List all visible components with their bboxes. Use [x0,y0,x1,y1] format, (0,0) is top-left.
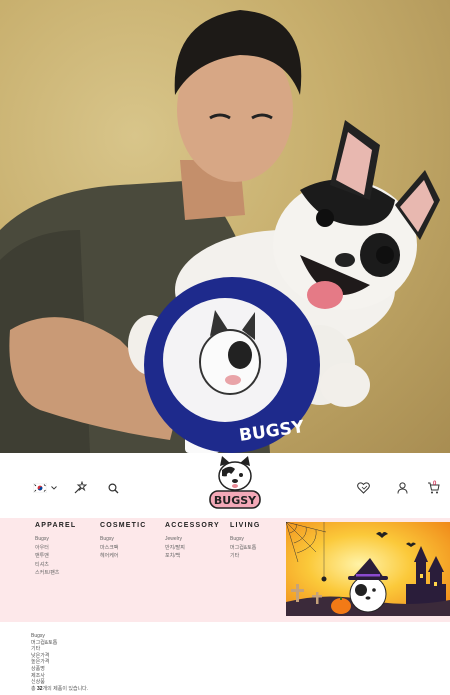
mega-menu: APPAREL Bugsy 아우터 맨투맨 티셔츠 스커트/팬츠 COSMETI… [0,518,450,622]
search-icon[interactable] [106,480,120,496]
menu-item[interactable]: 마스크팩 [100,544,147,553]
menu-column-cosmetic: COSMETIC Bugsy 마스크팩 헤어케어 [100,522,147,561]
menu-column-living: LIVING Bugsy 머그컵&토톱 기타 [230,522,261,561]
menu-item[interactable]: Jewelry [165,535,220,544]
category-list: Bugsy 머그컵&토톱 기타 낮은가격 높은가격 상품명 제조사 신상품 총 … [31,633,88,692]
list-item[interactable]: 상품명 [31,666,88,673]
menu-column-apparel: APPAREL Bugsy 아우터 맨투맨 티셔츠 스커트/팬츠 [35,522,76,578]
chevron-down-icon[interactable] [50,480,58,496]
total-prefix: 총 [31,685,36,692]
menu-item[interactable]: 아우터 [35,544,76,553]
bugsy-logo[interactable]: BUGSY [208,456,262,514]
menu-item[interactable]: 포치/백 [165,552,220,561]
hero-illustration: BUGSY [0,10,440,453]
menu-item[interactable]: 머그컵&토톱 [230,544,261,553]
list-item[interactable]: 기타 [31,646,88,653]
total-suffix: 개의 제품이 있습니다. [42,685,89,692]
logo-text: BUGSY [214,494,257,507]
menu-heading-apparel[interactable]: APPAREL [35,522,76,529]
menu-column-accessory: ACCESSORY Jewelry 반지/팔찌 포치/백 [165,522,220,561]
product-total-text: 총 32개의 제품이 있습니다. [31,686,88,693]
heart-icon[interactable] [355,480,371,496]
magic-wand-icon[interactable] [72,480,88,496]
menu-item[interactable]: Bugsy [230,535,261,544]
pumpkin-icon [331,598,351,614]
menu-item[interactable]: 티셔츠 [35,561,76,570]
list-item[interactable]: 신상품 [31,679,88,686]
menu-heading-accessory[interactable]: ACCESSORY [165,522,220,529]
hero-photo: BUGSY [0,0,450,453]
menu-item[interactable]: Bugsy [100,535,147,544]
menu-heading-cosmetic[interactable]: COSMETIC [100,522,147,529]
cart-count-badge: 0 [433,481,437,487]
user-icon[interactable] [395,480,409,496]
menu-heading-living[interactable]: LIVING [230,522,261,529]
halloween-banner[interactable] [286,522,450,616]
list-item[interactable]: 높은가격 [31,659,88,666]
menu-item[interactable]: 헤어케어 [100,552,147,561]
list-item[interactable]: Bugsy [31,633,88,640]
menu-item[interactable]: 반지/팔찌 [165,544,220,553]
menu-item[interactable]: 스커트/팬츠 [35,569,76,578]
menu-item[interactable]: Bugsy [35,535,76,544]
menu-item[interactable]: 기타 [230,552,261,561]
menu-item[interactable]: 맨투맨 [35,552,76,561]
spider-icon [321,576,327,582]
korea-flag-icon[interactable] [32,480,48,496]
